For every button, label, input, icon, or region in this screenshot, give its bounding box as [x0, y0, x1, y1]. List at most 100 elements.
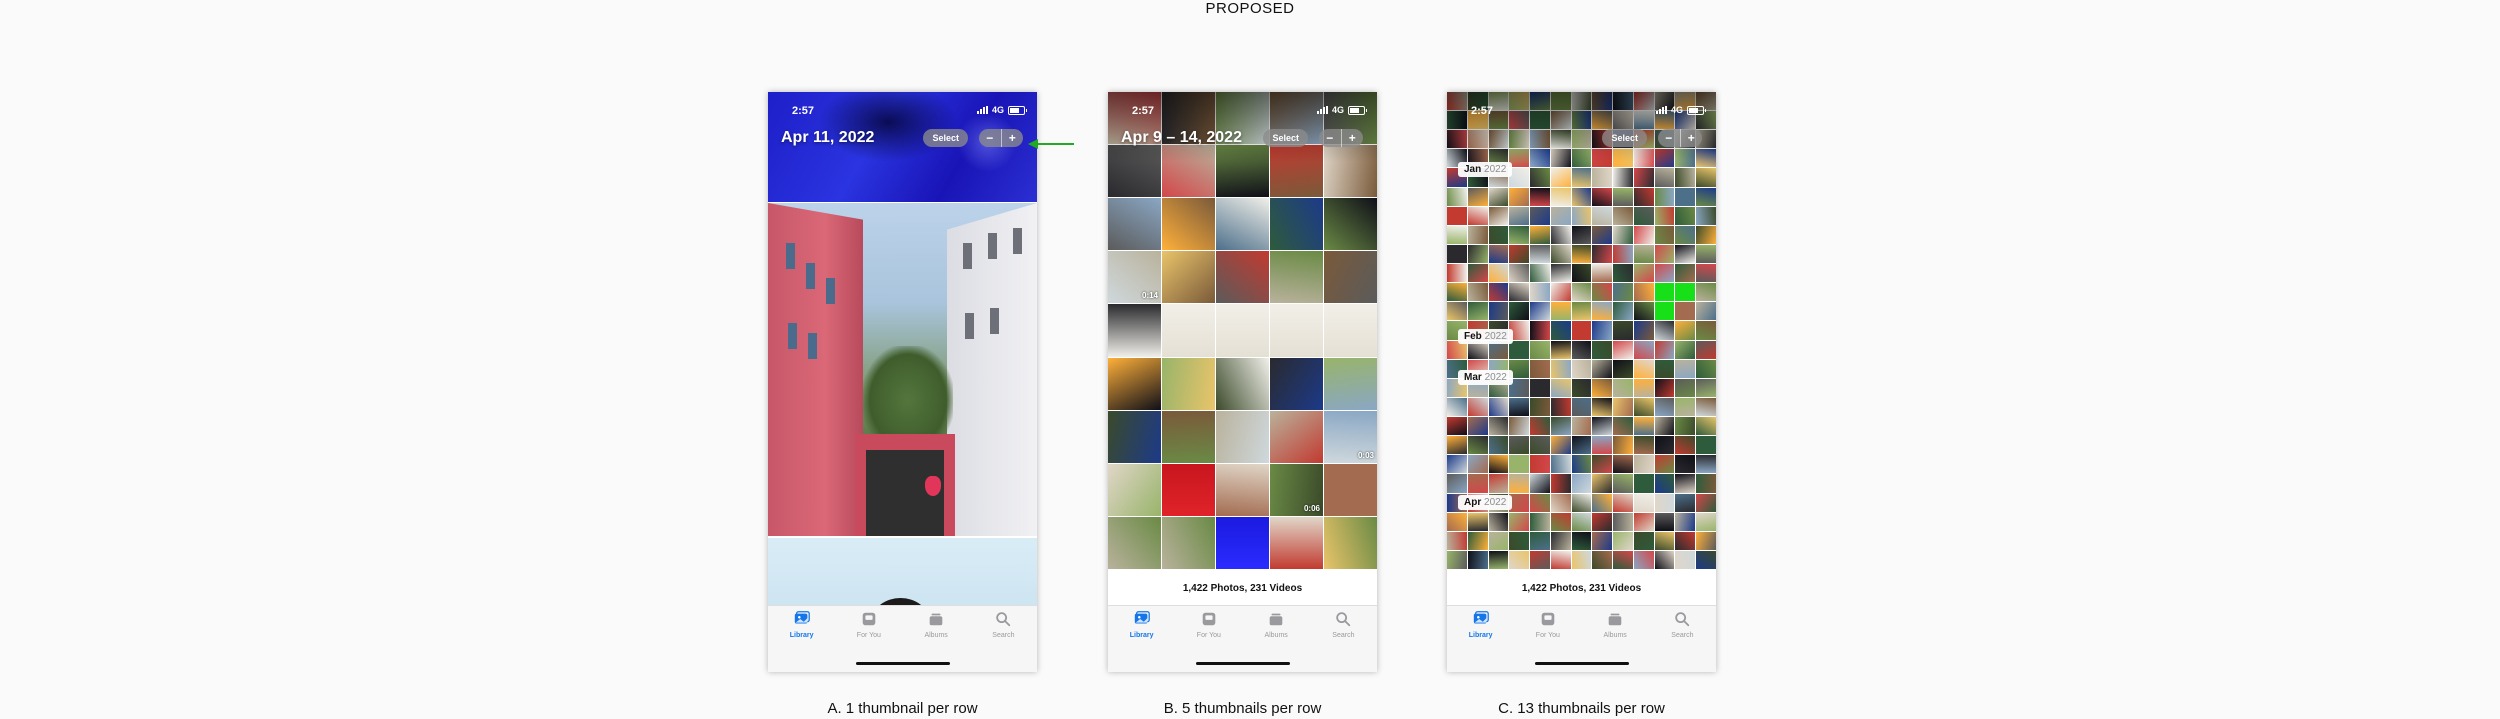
- photo-thumbnail[interactable]: [1675, 359, 1696, 378]
- photo-thumbnail[interactable]: [1488, 474, 1509, 493]
- photo-thumbnail[interactable]: [1324, 251, 1377, 304]
- photo-thumbnail[interactable]: [1270, 516, 1323, 569]
- photo-thumbnail[interactable]: [1571, 455, 1592, 474]
- tab-for-you[interactable]: For You: [1514, 610, 1581, 654]
- photo-thumbnail[interactable]: [1530, 531, 1550, 550]
- photo-thumbnail[interactable]: [1488, 417, 1509, 436]
- photo-thumbnail[interactable]: [1633, 550, 1654, 569]
- photo-thumbnail[interactable]: [1530, 359, 1550, 378]
- photo-thumbnail[interactable]: [1592, 397, 1613, 417]
- tab-library[interactable]: Library: [768, 610, 835, 654]
- photo-thumbnail[interactable]: [1550, 378, 1571, 397]
- photo-thumbnail[interactable]: [1324, 463, 1377, 516]
- photo-thumbnail[interactable]: [1216, 463, 1269, 516]
- photo-thumbnail[interactable]: [1488, 531, 1509, 550]
- photo-thumbnail[interactable]: [1654, 455, 1675, 474]
- zoom-in-button[interactable]: +: [1000, 129, 1024, 147]
- photo-thumbnail[interactable]: [1509, 531, 1530, 550]
- photo-thumbnail[interactable]: [1571, 225, 1592, 244]
- photo-thumbnail[interactable]: [1530, 168, 1550, 187]
- photo-thumbnail[interactable]: [1488, 302, 1509, 321]
- photo-thumbnail[interactable]: [1509, 550, 1530, 569]
- photo-thumbnail[interactable]: [1613, 264, 1633, 283]
- photo-thumbnail[interactable]: [1613, 244, 1633, 264]
- photo-thumbnail[interactable]: [1592, 321, 1613, 340]
- tab-albums[interactable]: Albums: [903, 610, 970, 654]
- photo-thumbnail[interactable]: [1696, 493, 1716, 512]
- photo-thumbnail[interactable]: [1675, 512, 1696, 531]
- photo-thumbnail[interactable]: [1696, 264, 1716, 283]
- tab-library[interactable]: Library: [1108, 610, 1175, 654]
- photo-thumbnail[interactable]: [1530, 493, 1550, 512]
- photo-thumbnail[interactable]: [1550, 512, 1571, 531]
- photo-thumbnail[interactable]: [1530, 244, 1550, 264]
- photo-thumbnail[interactable]: [1447, 436, 1467, 455]
- photo-thumbnail[interactable]: [1488, 206, 1509, 225]
- photo-thumbnail[interactable]: [1530, 550, 1550, 569]
- photo-thumbnail[interactable]: [1696, 397, 1716, 417]
- photo-thumbnail[interactable]: [1509, 206, 1530, 225]
- photo-thumbnail[interactable]: [1216, 304, 1269, 357]
- photo-thumbnail[interactable]: [1654, 283, 1675, 302]
- photo-thumbnail[interactable]: [1613, 187, 1633, 206]
- photo-thumbnail[interactable]: [1654, 378, 1675, 397]
- photo-thumbnail[interactable]: [1654, 225, 1675, 244]
- photo-thumbnail[interactable]: [1675, 168, 1696, 187]
- photo-thumbnail[interactable]: [1592, 474, 1613, 493]
- photo-thumbnail[interactable]: [1550, 436, 1571, 455]
- photo-thumbnail[interactable]: [1488, 436, 1509, 455]
- photo-thumbnail[interactable]: [1270, 410, 1323, 463]
- photo-thumbnail[interactable]: [1654, 531, 1675, 550]
- photo-thumbnail[interactable]: [1324, 357, 1377, 410]
- photo-thumbnail[interactable]: [1530, 378, 1550, 397]
- photo-thumbnail[interactable]: [1509, 474, 1530, 493]
- select-button[interactable]: Select: [1602, 129, 1647, 147]
- photo-thumbnail[interactable]: [1613, 531, 1633, 550]
- photo-thumbnail[interactable]: [1467, 283, 1488, 302]
- photo-thumbnail[interactable]: [1675, 206, 1696, 225]
- photo-thumbnail[interactable]: [1467, 474, 1488, 493]
- photo-thumbnail[interactable]: [1550, 474, 1571, 493]
- photo-thumbnail[interactable]: [1592, 187, 1613, 206]
- photo-thumbnail[interactable]: [1592, 359, 1613, 378]
- photo-thumbnail[interactable]: [1550, 550, 1571, 569]
- photo-thumbnail[interactable]: [1633, 455, 1654, 474]
- photo-thumbnail[interactable]: [1530, 225, 1550, 244]
- photo-thumbnail[interactable]: [1592, 455, 1613, 474]
- photo-thumbnail[interactable]: [1488, 244, 1509, 264]
- photo-thumbnail[interactable]: [1696, 321, 1716, 340]
- photo-thumbnail[interactable]: [1467, 436, 1488, 455]
- zoom-out-button[interactable]: −: [1319, 129, 1341, 147]
- photo-thumbnail[interactable]: [1654, 244, 1675, 264]
- photo-thumbnail[interactable]: [1696, 187, 1716, 206]
- photo-thumbnail[interactable]: [1592, 550, 1613, 569]
- photo-thumbnail[interactable]: [1633, 512, 1654, 531]
- photo-thumbnail[interactable]: [1571, 417, 1592, 436]
- photo-thumbnail[interactable]: [1162, 357, 1215, 410]
- photo-thumbnail[interactable]: [1509, 244, 1530, 264]
- photo-thumbnail[interactable]: [1509, 225, 1530, 244]
- photo-thumbnail[interactable]: [1696, 168, 1716, 187]
- photo-thumbnail[interactable]: [1467, 187, 1488, 206]
- photo-thumbnail[interactable]: [1571, 378, 1592, 397]
- photo-thumbnail[interactable]: [1592, 206, 1613, 225]
- photo-thumbnail[interactable]: [1654, 436, 1675, 455]
- photo-thumbnail[interactable]: [1675, 531, 1696, 550]
- photo-thumbnail[interactable]: [1447, 417, 1467, 436]
- month-label-feb[interactable]: Feb 2022: [1458, 329, 1513, 344]
- photo-thumbnail[interactable]: [1571, 359, 1592, 378]
- photo-thumbnail[interactable]: [1509, 264, 1530, 283]
- photo-thumbnail[interactable]: [1108, 516, 1161, 569]
- photo-thumbnail[interactable]: [1633, 264, 1654, 283]
- photo-thumbnail[interactable]: [1467, 417, 1488, 436]
- photo-thumbnail[interactable]: [1675, 244, 1696, 264]
- photo-thumbnail[interactable]: [1592, 436, 1613, 455]
- photo-thumbnail[interactable]: [1270, 357, 1323, 410]
- photo-thumbnail[interactable]: [1654, 187, 1675, 206]
- photo-thumbnail[interactable]: [1571, 283, 1592, 302]
- photo-thumbnail[interactable]: [1162, 516, 1215, 569]
- photo-thumbnail[interactable]: [1324, 304, 1377, 357]
- photo-thumbnail[interactable]: [1592, 340, 1613, 359]
- photo-thumbnail[interactable]: [1447, 283, 1467, 302]
- photo-thumbnail[interactable]: [1696, 302, 1716, 321]
